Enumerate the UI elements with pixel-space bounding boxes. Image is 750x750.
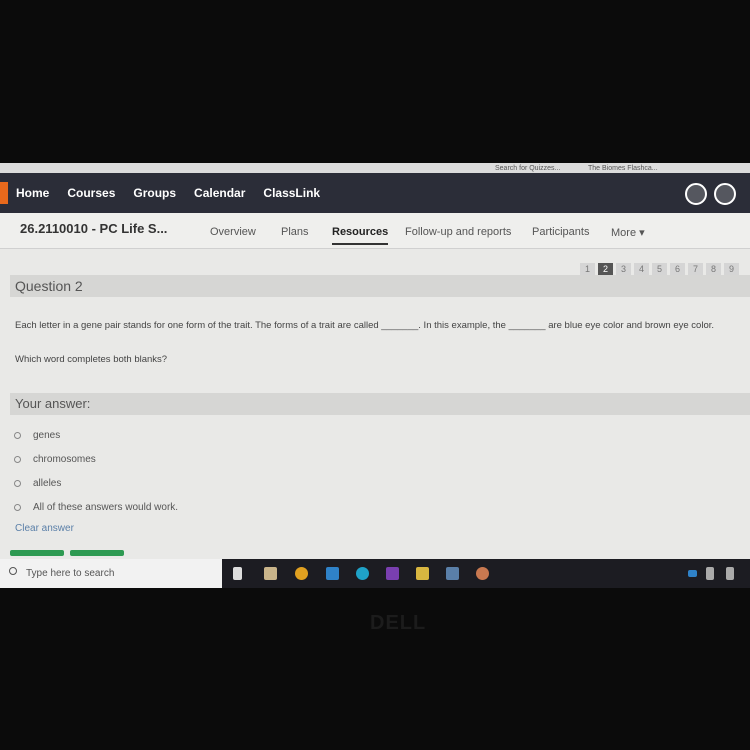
option-all[interactable]: All of these answers would work. [14, 502, 178, 513]
store-icon[interactable] [264, 567, 277, 580]
tab-plans[interactable]: Plans [281, 226, 309, 238]
answer-heading: Your answer: [10, 393, 750, 415]
option-label: alleles [33, 478, 62, 489]
tab-resources[interactable]: Resources [332, 226, 389, 245]
option-label: genes [33, 430, 61, 441]
tab-overview[interactable]: Overview [210, 226, 256, 238]
tab-participants[interactable]: Participants [532, 226, 589, 238]
file-explorer-icon[interactable] [416, 567, 429, 580]
chrome-active-icon[interactable] [476, 567, 489, 580]
onenote-icon[interactable] [386, 567, 399, 580]
taskbar: Type here to search [0, 559, 750, 588]
bookmark[interactable]: The Biomes Flashca... [588, 165, 658, 172]
bookmark[interactable]: Search for Quizzes... [495, 165, 560, 172]
taskbar-search[interactable]: Type here to search [0, 559, 222, 588]
nav-calendar[interactable]: Calendar [194, 186, 245, 200]
nav-courses[interactable]: Courses [67, 186, 115, 200]
task-view-icon[interactable] [233, 567, 242, 580]
logo[interactable] [0, 182, 8, 204]
green-button[interactable] [10, 550, 64, 556]
nav-home[interactable]: Home [16, 186, 49, 200]
question-text: Each letter in a gene pair stands for on… [15, 320, 715, 331]
mail-icon[interactable] [326, 567, 339, 580]
radio-button[interactable] [14, 432, 21, 439]
screen: Search for Quizzes... The Biomes Flashca… [0, 163, 750, 588]
top-nav: Home Courses Groups Calendar ClassLink [0, 173, 750, 213]
green-button[interactable] [70, 550, 124, 556]
radio-button[interactable] [14, 480, 21, 487]
search-icon [9, 567, 17, 575]
search-placeholder: Type here to search [26, 568, 115, 579]
calculator-icon[interactable] [446, 567, 459, 580]
message-icon[interactable] [714, 183, 736, 205]
radio-button[interactable] [14, 504, 21, 511]
volume-icon[interactable] [706, 567, 714, 580]
option-chromosomes[interactable]: chromosomes [14, 454, 96, 465]
pen-icon[interactable] [726, 567, 734, 580]
clear-answer-link[interactable]: Clear answer [15, 523, 74, 534]
option-label: chromosomes [33, 454, 96, 465]
question-prompt: Which word completes both blanks? [15, 354, 168, 365]
option-label: All of these answers would work. [33, 502, 179, 513]
chrome-icon[interactable] [295, 567, 308, 580]
tab-follow-up[interactable]: Follow-up and reports [405, 226, 511, 238]
tab-more[interactable]: More ▾ [611, 226, 645, 239]
radio-button[interactable] [14, 456, 21, 463]
dell-logo: DELL [370, 612, 427, 634]
nav-groups[interactable]: Groups [133, 186, 176, 200]
onedrive-icon[interactable] [688, 570, 697, 577]
question-heading: Question 2 [10, 275, 750, 297]
edge-icon[interactable] [356, 567, 369, 580]
option-alleles[interactable]: alleles [14, 478, 61, 489]
nav-classlink[interactable]: ClassLink [263, 186, 320, 200]
bell-icon[interactable] [685, 183, 707, 205]
course-bar: 26.2110010 - PC Life S... Overview Plans… [0, 213, 750, 249]
option-genes[interactable]: genes [14, 430, 60, 441]
course-title[interactable]: 26.2110010 - PC Life S... [20, 221, 167, 236]
